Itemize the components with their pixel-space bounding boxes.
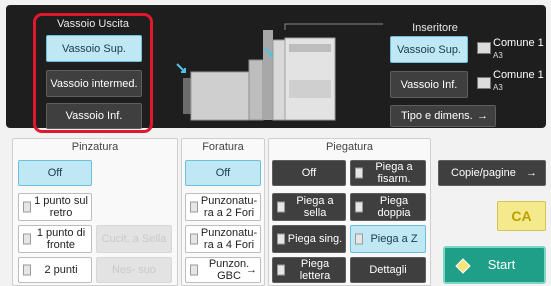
fold-saddle-button[interactable]: Piega a sella [272, 193, 346, 221]
double-fold-icon [355, 201, 363, 213]
inserter-title: Inseritore [412, 22, 458, 34]
arrow-right-icon: → [526, 167, 537, 179]
paper-tray-icon [477, 42, 491, 54]
fold-single-button[interactable]: Piega sing. [272, 225, 346, 253]
start-diamond-icon [455, 258, 471, 274]
staple-two-icon [23, 264, 31, 276]
punch-four-holes-icon [190, 233, 198, 245]
accordion-fold-icon [355, 167, 363, 179]
start-label: Start [487, 257, 516, 272]
paper-tray-icon [477, 77, 491, 89]
finisher-illustration [176, 23, 383, 121]
punch-off-button[interactable]: Off [185, 160, 261, 186]
z-fold-icon [355, 233, 363, 245]
type-and-size-button[interactable]: Tipo e dimens. → [390, 105, 496, 127]
punch-two-holes-button[interactable]: Punzonatu- ra a 2 Fori [185, 193, 261, 221]
fold-z-button[interactable]: Piega a Z [350, 225, 426, 253]
arrow-right-icon: → [246, 264, 257, 276]
fold-double-button[interactable]: Piega doppia [350, 193, 426, 221]
fold-details-button[interactable]: Dettagli [350, 257, 426, 283]
staple-off-button[interactable]: Off [18, 160, 92, 186]
finishing-settings-screen: Vassoio Uscita Vassoio Sup. Vassoio inte… [0, 0, 551, 286]
clear-all-button[interactable]: CA [497, 201, 546, 231]
inserter-upper-paper-size: A3 [493, 51, 503, 60]
inserter-lower-paper-type: Comune 1 [493, 69, 544, 81]
none-button-disabled: Nes- suo [96, 257, 172, 283]
letter-fold-icon [277, 264, 285, 276]
arrow-right-icon: → [477, 110, 488, 122]
fold-title: Piegatura [325, 141, 374, 153]
type-size-label: Tipo e dimens. [401, 110, 473, 122]
saddle-stitch-button-disabled: Cucit. a Sella [96, 225, 172, 253]
punch-two-holes-icon [190, 201, 198, 213]
highlight-frame [33, 13, 153, 133]
fold-off-button[interactable]: Off [272, 160, 346, 186]
staple-one-front-button[interactable]: 1 punto di fronte [18, 225, 92, 253]
copies-pages-label: Copie/pagine [451, 167, 516, 179]
saddle-fold-icon [277, 201, 285, 213]
punch-four-holes-button[interactable]: Punzonatu- ra a 4 Fori [185, 225, 261, 253]
copies-pages-button[interactable]: Copie/pagine → [438, 160, 546, 186]
single-fold-icon [277, 233, 285, 245]
punch-gbc-icon [190, 264, 198, 276]
tray-arrow-icon [176, 63, 186, 73]
staple-one-back-button[interactable]: 1 punto sul retro [18, 193, 92, 221]
staple-front-icon [23, 233, 31, 245]
inserter-upper-paper-type: Comune 1 [493, 37, 544, 49]
fold-letter-button[interactable]: Piega lettera [272, 257, 346, 283]
stapling-title: Pinzatura [71, 141, 119, 153]
fold-accordion-button[interactable]: Piega a fisarm. [350, 160, 426, 186]
punch-title: Foratura [202, 141, 244, 153]
inserter-lower-tray-button[interactable]: Vassoio Inf. [390, 71, 468, 98]
start-button[interactable]: Start [443, 246, 546, 284]
punch-gbc-button[interactable]: Punzon. GBC → [185, 257, 261, 283]
staple-back-icon [23, 201, 31, 213]
inserter-upper-tray-button[interactable]: Vassoio Sup. [390, 36, 468, 63]
staple-two-points-button[interactable]: 2 punti [18, 257, 92, 283]
inserter-lower-paper-size: A3 [493, 83, 503, 92]
